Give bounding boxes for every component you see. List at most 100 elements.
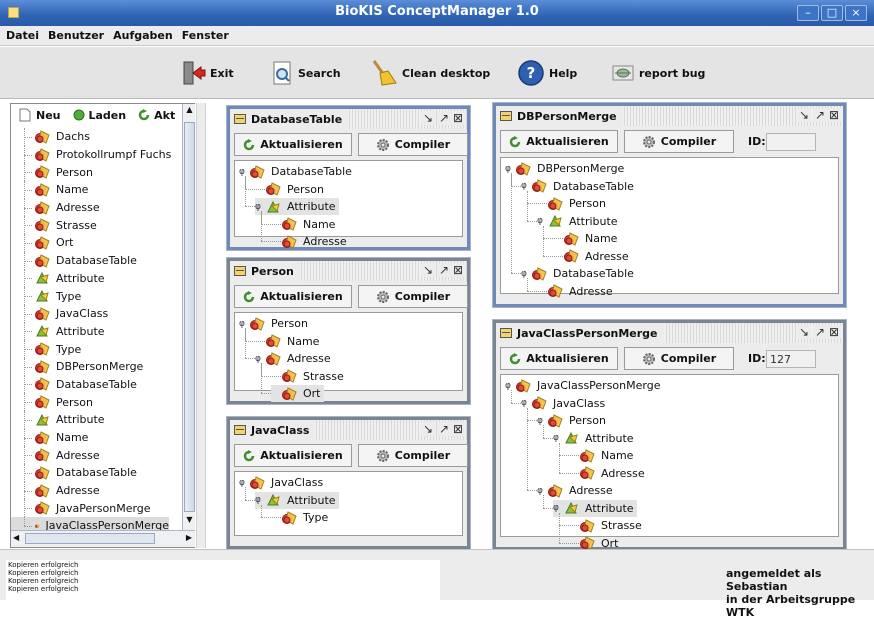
aktualisieren-button[interactable]: Aktualisieren bbox=[234, 444, 352, 467]
list-item[interactable]: Adresse bbox=[11, 446, 181, 465]
vertical-scrollbar[interactable]: ▲ ▼ bbox=[182, 104, 195, 530]
frame-titlebar[interactable]: JavaClassPersonMerge bbox=[496, 323, 843, 343]
menu-fenster[interactable]: Fenster bbox=[176, 26, 232, 42]
aktualisieren-button[interactable]: Aktualisieren bbox=[234, 285, 352, 308]
compiler-button[interactable]: Compiler bbox=[624, 130, 734, 153]
tree-node[interactable]: φ Person bbox=[537, 412, 606, 429]
tree-node[interactable]: φ DBPersonMerge bbox=[505, 160, 624, 177]
search-button[interactable]: Search bbox=[272, 59, 341, 87]
menu-benutzer[interactable]: Benutzer bbox=[42, 26, 107, 42]
tree-node[interactable]: Adresse bbox=[537, 283, 613, 300]
tree-node[interactable]: φ JavaClassPersonMerge bbox=[505, 377, 660, 394]
tree-node[interactable]: φ JavaClass bbox=[239, 474, 323, 491]
minimize-frame-icon[interactable]: ↘ bbox=[421, 422, 435, 436]
split-divider[interactable] bbox=[196, 103, 206, 548]
h-scroll-thumb[interactable] bbox=[25, 533, 155, 544]
minimize-frame-icon[interactable]: ↘ bbox=[797, 325, 811, 339]
list-item[interactable]: Strasse bbox=[11, 216, 181, 235]
close-frame-icon[interactable]: ⊠ bbox=[827, 108, 841, 122]
scroll-thumb[interactable] bbox=[184, 122, 195, 512]
list-item[interactable]: JavaClass bbox=[11, 304, 181, 323]
list-item[interactable]: Adresse bbox=[11, 481, 181, 500]
tree-node[interactable]: Adresse bbox=[271, 233, 347, 250]
maximize-frame-icon[interactable]: ↗ bbox=[813, 108, 827, 122]
aktualisieren-button[interactable]: Aktualisieren bbox=[500, 130, 618, 153]
maximize-button[interactable]: □ bbox=[821, 5, 843, 21]
aktualisieren-button[interactable]: Aktualisieren bbox=[500, 347, 618, 370]
close-frame-icon[interactable]: ⊠ bbox=[451, 263, 465, 277]
report-bug-button[interactable]: report bug bbox=[611, 59, 705, 87]
expand-toggle-icon[interactable]: φ bbox=[255, 354, 264, 364]
help-button[interactable]: ? Help bbox=[517, 59, 577, 87]
expand-toggle-icon[interactable]: φ bbox=[239, 319, 248, 329]
scroll-up-icon[interactable]: ▲ bbox=[184, 105, 195, 119]
tree-node[interactable]: Name bbox=[255, 333, 319, 350]
menu-datei[interactable]: Datei bbox=[0, 26, 42, 42]
expand-toggle-icon[interactable]: φ bbox=[537, 416, 546, 426]
clean-desktop-button[interactable]: Clean desktop bbox=[370, 59, 490, 87]
aktualisieren-short-button[interactable]: Akt bbox=[138, 109, 175, 122]
menu-aufgaben[interactable]: Aufgaben bbox=[107, 26, 176, 42]
tree-node[interactable]: Person bbox=[255, 181, 324, 198]
frame-javaclass[interactable]: JavaClass ↘ ↗ ⊠ Aktualisieren Compiler φ JavaC… bbox=[227, 417, 470, 549]
scroll-right-icon[interactable]: ▶ bbox=[186, 533, 192, 542]
tree-node[interactable]: Adresse bbox=[569, 465, 645, 482]
close-frame-icon[interactable]: ⊠ bbox=[451, 111, 465, 125]
list-item[interactable]: Type bbox=[11, 340, 181, 358]
laden-button[interactable]: Laden bbox=[73, 109, 126, 122]
expand-toggle-icon[interactable]: φ bbox=[505, 381, 514, 391]
tree-node[interactable]: φ Adresse bbox=[537, 482, 613, 499]
maximize-frame-icon[interactable]: ↗ bbox=[437, 263, 451, 277]
tree-node[interactable]: Ort bbox=[271, 385, 324, 402]
compiler-button[interactable]: Compiler bbox=[358, 133, 468, 156]
scroll-down-icon[interactable]: ▼ bbox=[184, 515, 195, 529]
list-item[interactable]: Dachs bbox=[11, 128, 181, 146]
expand-toggle-icon[interactable]: φ bbox=[553, 433, 562, 443]
tree-node[interactable]: Strasse bbox=[271, 368, 344, 385]
tree-node[interactable]: Name bbox=[271, 216, 335, 233]
list-item[interactable]: DatabaseTable bbox=[11, 464, 181, 482]
minimize-frame-icon[interactable]: ↘ bbox=[797, 108, 811, 122]
minimize-frame-icon[interactable]: ↘ bbox=[421, 111, 435, 125]
expand-toggle-icon[interactable]: φ bbox=[537, 216, 546, 226]
id-field[interactable]: 127 bbox=[766, 350, 816, 368]
exit-button[interactable]: Exit bbox=[182, 59, 234, 87]
tree-node[interactable]: φ Person bbox=[239, 315, 308, 332]
expand-toggle-icon[interactable]: φ bbox=[255, 495, 264, 505]
close-frame-icon[interactable]: ⊠ bbox=[827, 325, 841, 339]
frame-databasetable[interactable]: DatabaseTable ↘ ↗ ⊠ Aktualisieren Compiler φ D… bbox=[227, 106, 470, 250]
list-item[interactable]: Person bbox=[11, 163, 181, 182]
list-item[interactable]: Adresse bbox=[11, 198, 181, 217]
id-field[interactable] bbox=[766, 133, 816, 151]
list-item[interactable]: Name bbox=[11, 428, 181, 447]
aktualisieren-button[interactable]: Aktualisieren bbox=[234, 133, 352, 156]
tree-node[interactable]: φ Attribute bbox=[553, 499, 637, 517]
list-item[interactable]: Type bbox=[11, 287, 181, 305]
tree-node[interactable]: φ Attribute bbox=[553, 430, 634, 447]
tree-node[interactable]: φ DatabaseTable bbox=[521, 178, 634, 195]
expand-toggle-icon[interactable]: φ bbox=[553, 503, 562, 513]
expand-toggle-icon[interactable]: φ bbox=[521, 398, 530, 408]
close-button[interactable]: × bbox=[845, 5, 867, 21]
maximize-frame-icon[interactable]: ↗ bbox=[437, 422, 451, 436]
frame-person[interactable]: Person ↘ ↗ ⊠ Aktualisieren Compiler φ Person Na… bbox=[227, 258, 470, 404]
maximize-frame-icon[interactable]: ↗ bbox=[437, 111, 451, 125]
tree-node[interactable]: Type bbox=[271, 509, 328, 526]
compiler-button[interactable]: Compiler bbox=[358, 285, 468, 308]
tree-node[interactable]: Person bbox=[537, 195, 606, 212]
list-item[interactable]: Attribute bbox=[11, 269, 181, 288]
scroll-left-icon[interactable]: ◀ bbox=[13, 533, 19, 542]
maximize-frame-icon[interactable]: ↗ bbox=[813, 325, 827, 339]
list-item[interactable]: Ort bbox=[11, 234, 181, 252]
tree-node[interactable]: φ Attribute bbox=[537, 213, 618, 230]
list-item[interactable]: DatabaseTable bbox=[11, 375, 181, 394]
tree-node[interactable]: φ Adresse bbox=[255, 350, 331, 367]
expand-toggle-icon[interactable]: φ bbox=[239, 478, 248, 488]
tree-node[interactable]: Strasse bbox=[569, 517, 642, 534]
expand-toggle-icon[interactable]: φ bbox=[255, 202, 264, 212]
tree-node[interactable]: φ DatabaseTable bbox=[521, 265, 634, 282]
tree-node[interactable]: Name bbox=[553, 230, 617, 247]
expand-toggle-icon[interactable]: φ bbox=[521, 181, 530, 191]
compiler-button[interactable]: Compiler bbox=[624, 347, 734, 370]
list-item[interactable]: JavaPersonMerge bbox=[11, 499, 181, 518]
